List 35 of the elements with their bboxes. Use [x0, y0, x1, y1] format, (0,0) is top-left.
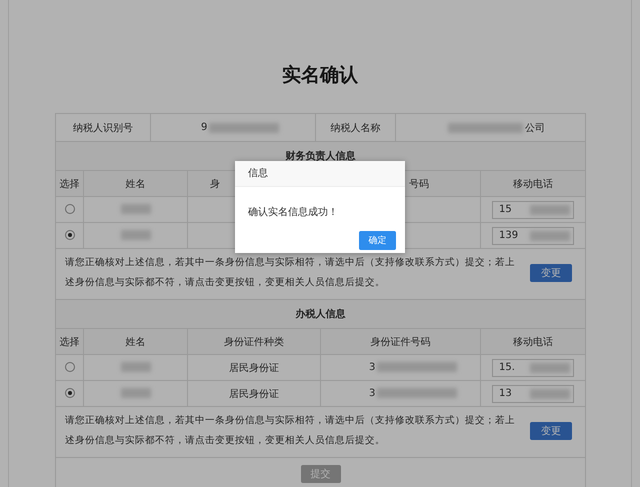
change-button[interactable]: 变更: [530, 422, 572, 440]
section-title: 办税人信息: [296, 309, 346, 320]
section-title: 财务负责人信息: [286, 151, 356, 162]
notice-text: 请您正确核对上述信息，若其中一条身份信息与实际相符，请选中后（支持修改联系方式）提交；若上述身份信息与实际都不符，请点击变更按钮，变更相关人员信息后提交。: [65, 256, 516, 290]
page-title: 实名确认: [281, 63, 359, 88]
redaction-blur: [120, 204, 150, 214]
taxpayer-id-value: 9: [151, 114, 316, 140]
column-header: 姓名: [126, 336, 146, 348]
dialog-message: 确认实名信息成功！: [247, 206, 339, 220]
dialog-title: 信息: [235, 161, 405, 187]
table-cell: 3: [369, 388, 460, 399]
taxpayer-id-label: 纳税人识别号: [56, 114, 151, 140]
radio-button[interactable]: [64, 362, 74, 372]
column-header: 移动电话: [513, 336, 554, 348]
taxpayer-name-value: 公司: [396, 114, 585, 140]
taxpayer-name-label: 纳税人名称: [316, 114, 396, 140]
table-cell: 居民身份证: [229, 362, 279, 374]
column-header: 身份证件号码: [370, 336, 430, 348]
column-header: 姓名: [126, 178, 146, 190]
column-header: 选择: [60, 178, 80, 190]
column-header: 号码: [409, 178, 429, 190]
radio-button[interactable]: [64, 204, 74, 214]
change-button[interactable]: 变更: [530, 264, 572, 282]
redaction-blur: [120, 362, 150, 372]
radio-button[interactable]: [64, 230, 74, 240]
table-cell: 3: [369, 362, 460, 373]
table-cell: 居民身份证: [229, 388, 279, 400]
redaction-blur: [120, 388, 150, 398]
column-header: 身份证件种类: [224, 336, 284, 348]
column-header: 选择: [60, 336, 80, 348]
column-header: 身: [210, 178, 220, 190]
redaction-blur: [120, 230, 150, 240]
column-header: 移动电话: [513, 178, 554, 190]
radio-button[interactable]: [64, 388, 74, 398]
notice-text: 请您正确核对上述信息，若其中一条身份信息与实际相符，请选中后（支持修改联系方式）提交；若上述身份信息与实际都不符，请点击变更按钮，变更相关人员信息后提交。: [65, 414, 516, 448]
